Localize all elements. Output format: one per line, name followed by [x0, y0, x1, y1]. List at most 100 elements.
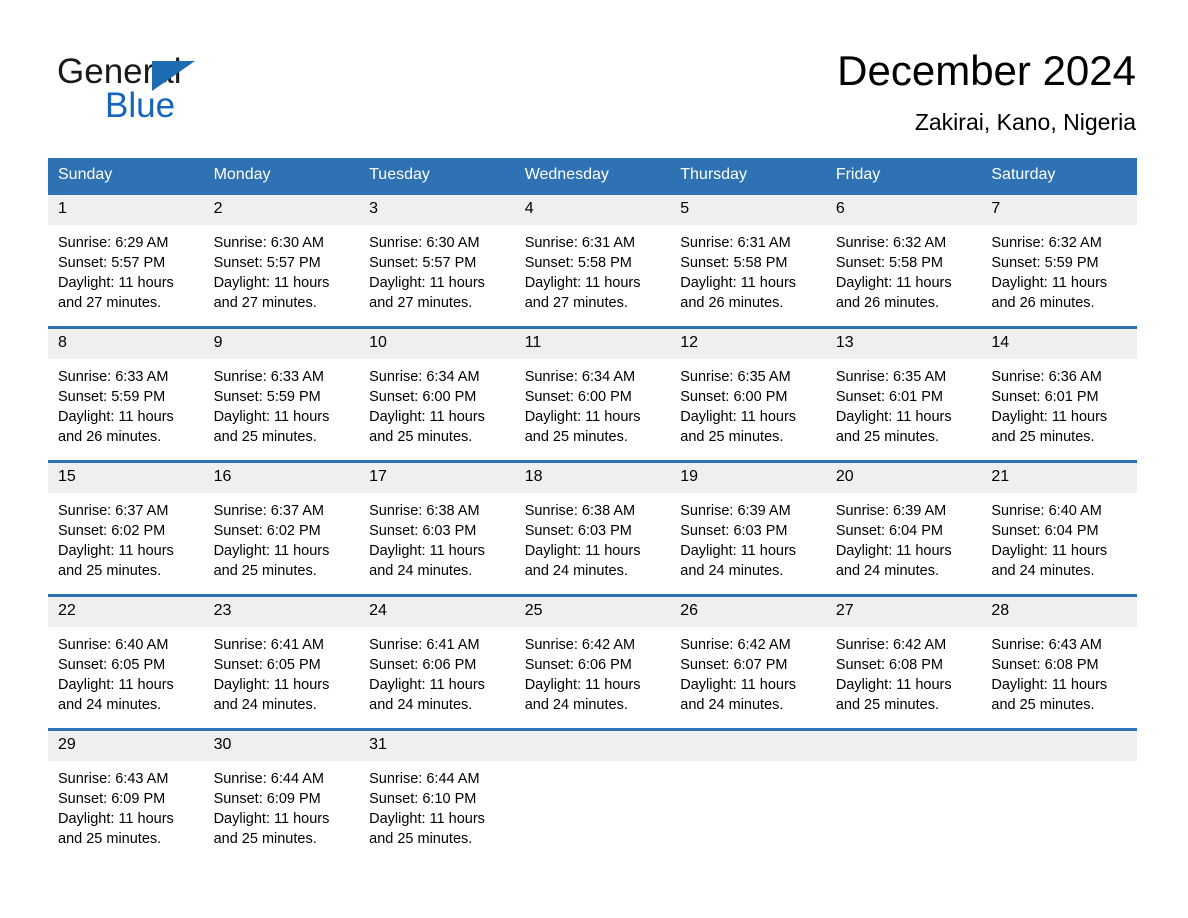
calendar-day-cell[interactable]: 19 Sunrise: 6:39 AM Sunset: 6:03 PM Dayligh… [670, 460, 826, 596]
weekday-header-wednesday: Wednesday [514, 158, 671, 194]
calendar-day-cell[interactable]: 27 Sunrise: 6:42 AM Sunset: 6:08 PM Dayligh… [825, 594, 982, 730]
daylight-duration-line1: Daylight: 11 hours [58, 811, 174, 827]
sunrise-time: Sunrise: 6:29 AM [58, 235, 169, 251]
sunrise-time: Sunrise: 6:44 AM [369, 771, 480, 787]
sunrise-time: Sunrise: 6:31 AM [524, 235, 636, 251]
calendar-day-cell[interactable]: 4 Sunrise: 6:31 AM Sunset: 5:58 PM Daylight… [514, 192, 671, 328]
day-details: Sunrise: 6:32 AM Sunset: 5:58 PM Daylight:… [826, 225, 982, 313]
day-number: 23 [203, 597, 360, 627]
day-number: 17 [359, 463, 515, 493]
sunrise-time: Sunrise: 6:42 AM [524, 637, 636, 653]
sunrise-time: Sunrise: 6:38 AM [369, 503, 480, 519]
daylight-duration-line2: and 24 minutes. [835, 563, 939, 579]
daylight-duration-line2: and 24 minutes. [680, 697, 784, 713]
sunset-time: Sunset: 6:00 PM [680, 389, 788, 405]
weekday-header-friday: Friday [825, 158, 982, 194]
calendar-week-row: 8 Sunrise: 6:33 AM Sunset: 5:59 PM Daylight… [48, 326, 1137, 462]
calendar-day-cell[interactable]: 14 Sunrise: 6:36 AM Sunset: 6:01 PM Dayligh… [981, 326, 1137, 462]
calendar-day-cell[interactable]: 1 Sunrise: 6:29 AM Sunset: 5:57 PM Daylight… [48, 192, 204, 328]
calendar-day-cell[interactable]: 24 Sunrise: 6:41 AM Sunset: 6:06 PM Dayligh… [359, 594, 515, 730]
sunrise-time: Sunrise: 6:34 AM [524, 369, 636, 385]
calendar-day-cell[interactable]: 7 Sunrise: 6:32 AM Sunset: 5:59 PM Daylight… [981, 192, 1137, 328]
day-details: Sunrise: 6:30 AM Sunset: 5:57 PM Daylight:… [359, 225, 515, 313]
daylight-duration-line1: Daylight: 11 hours [58, 677, 174, 693]
calendar-day-cell[interactable]: 5 Sunrise: 6:31 AM Sunset: 5:58 PM Daylight… [670, 192, 826, 328]
calendar-day-cell[interactable]: 15 Sunrise: 6:37 AM Sunset: 6:02 PM Dayligh… [48, 460, 204, 596]
calendar-day-cell[interactable]: 22 Sunrise: 6:40 AM Sunset: 6:05 PM Dayligh… [48, 594, 204, 730]
daylight-duration-line2: and 25 minutes. [58, 831, 162, 847]
day-number: 15 [48, 463, 204, 493]
daylight-duration-line2: and 24 minutes. [369, 563, 473, 579]
sunrise-time: Sunrise: 6:40 AM [58, 637, 169, 653]
daylight-duration-line2: and 25 minutes. [835, 429, 939, 445]
day-number: 25 [514, 597, 671, 627]
day-number: 26 [670, 597, 826, 627]
calendar-cell-empty [670, 728, 826, 862]
weekday-header-tuesday: Tuesday [359, 158, 515, 194]
day-number: 20 [825, 463, 982, 493]
calendar-day-cell[interactable]: 2 Sunrise: 6:30 AM Sunset: 5:57 PM Daylight… [203, 192, 360, 328]
calendar-day-cell[interactable]: 31 Sunrise: 6:44 AM Sunset: 6:10 PM Dayligh… [359, 728, 515, 862]
calendar-week-row: 29 Sunrise: 6:43 AM Sunset: 6:09 PM Dayligh… [48, 728, 1137, 862]
day-number [514, 731, 671, 761]
day-number: 27 [825, 597, 982, 627]
calendar-day-cell[interactable]: 16 Sunrise: 6:37 AM Sunset: 6:02 PM Dayligh… [203, 460, 360, 596]
day-details: Sunrise: 6:31 AM Sunset: 5:58 PM Daylight:… [515, 225, 671, 313]
sunset-time: Sunset: 6:02 PM [58, 523, 166, 539]
sunset-time: Sunset: 6:00 PM [369, 389, 477, 405]
calendar-table: Sunday Monday Tuesday Wednesday Thursday… [48, 158, 1137, 862]
sunrise-time: Sunrise: 6:32 AM [835, 235, 947, 251]
daylight-duration-line2: and 25 minutes. [991, 697, 1095, 713]
day-details: Sunrise: 6:40 AM Sunset: 6:05 PM Daylight:… [48, 627, 204, 715]
calendar-cell-empty [825, 728, 982, 862]
sunset-time: Sunset: 6:00 PM [524, 389, 632, 405]
day-number: 11 [514, 329, 671, 359]
daylight-duration-line1: Daylight: 11 hours [213, 543, 330, 559]
sunrise-time: Sunrise: 6:31 AM [680, 235, 791, 251]
calendar-day-cell[interactable]: 25 Sunrise: 6:42 AM Sunset: 6:06 PM Dayligh… [514, 594, 671, 730]
calendar-week-row: 22 Sunrise: 6:40 AM Sunset: 6:05 PM Dayligh… [48, 594, 1137, 730]
sunrise-time: Sunrise: 6:43 AM [58, 771, 169, 787]
calendar-day-cell[interactable]: 18 Sunrise: 6:38 AM Sunset: 6:03 PM Dayligh… [514, 460, 671, 596]
day-details: Sunrise: 6:37 AM Sunset: 6:02 PM Daylight:… [48, 493, 204, 581]
calendar-day-cell[interactable]: 8 Sunrise: 6:33 AM Sunset: 5:59 PM Daylight… [48, 326, 204, 462]
day-number [670, 731, 826, 761]
daylight-duration-line2: and 27 minutes. [213, 295, 317, 311]
day-details: Sunrise: 6:32 AM Sunset: 5:59 PM Daylight:… [981, 225, 1137, 313]
calendar-day-cell[interactable]: 21 Sunrise: 6:40 AM Sunset: 6:04 PM Dayligh… [981, 460, 1137, 596]
calendar-day-cell[interactable]: 23 Sunrise: 6:41 AM Sunset: 6:05 PM Dayligh… [203, 594, 360, 730]
daylight-duration-line2: and 25 minutes. [369, 429, 473, 445]
calendar-day-cell[interactable]: 29 Sunrise: 6:43 AM Sunset: 6:09 PM Dayligh… [48, 728, 204, 862]
calendar-day-cell[interactable]: 6 Sunrise: 6:32 AM Sunset: 5:58 PM Daylight… [825, 192, 982, 328]
daylight-duration-line2: and 26 minutes. [58, 429, 162, 445]
calendar-day-cell[interactable]: 3 Sunrise: 6:30 AM Sunset: 5:57 PM Daylight… [359, 192, 515, 328]
sunset-time: Sunset: 5:58 PM [524, 255, 632, 271]
day-details: Sunrise: 6:29 AM Sunset: 5:57 PM Daylight:… [48, 225, 204, 313]
calendar-page: General Blue December 2024 Zakirai, Kano… [0, 0, 1188, 918]
sunset-time: Sunset: 6:04 PM [835, 523, 944, 539]
calendar-day-cell[interactable]: 17 Sunrise: 6:38 AM Sunset: 6:03 PM Dayligh… [359, 460, 515, 596]
sunrise-time: Sunrise: 6:37 AM [58, 503, 169, 519]
day-details: Sunrise: 6:30 AM Sunset: 5:57 PM Daylight:… [204, 225, 360, 313]
day-number: 6 [825, 195, 982, 225]
sunrise-time: Sunrise: 6:38 AM [524, 503, 636, 519]
day-number: 7 [981, 195, 1137, 225]
calendar-day-cell[interactable]: 20 Sunrise: 6:39 AM Sunset: 6:04 PM Dayligh… [825, 460, 982, 596]
calendar-day-cell[interactable]: 13 Sunrise: 6:35 AM Sunset: 6:01 PM Dayligh… [825, 326, 982, 462]
calendar-day-cell[interactable]: 28 Sunrise: 6:43 AM Sunset: 6:08 PM Dayligh… [981, 594, 1137, 730]
generalblue-logo[interactable]: General Blue [57, 52, 317, 132]
daylight-duration-line2: and 27 minutes. [369, 295, 473, 311]
day-number: 13 [825, 329, 982, 359]
calendar-day-cell[interactable]: 10 Sunrise: 6:34 AM Sunset: 6:00 PM Dayligh… [359, 326, 515, 462]
daylight-duration-line1: Daylight: 11 hours [524, 275, 641, 291]
day-number: 29 [48, 731, 204, 761]
calendar-day-cell[interactable]: 26 Sunrise: 6:42 AM Sunset: 6:07 PM Dayligh… [670, 594, 826, 730]
calendar-day-cell[interactable]: 11 Sunrise: 6:34 AM Sunset: 6:00 PM Dayligh… [514, 326, 671, 462]
calendar-day-cell[interactable]: 30 Sunrise: 6:44 AM Sunset: 6:09 PM Dayligh… [203, 728, 360, 862]
day-number: 10 [359, 329, 515, 359]
calendar-day-cell[interactable]: 12 Sunrise: 6:35 AM Sunset: 6:00 PM Dayligh… [670, 326, 826, 462]
daylight-duration-line2: and 25 minutes. [680, 429, 784, 445]
calendar-day-cell[interactable]: 9 Sunrise: 6:33 AM Sunset: 5:59 PM Daylight… [203, 326, 360, 462]
daylight-duration-line1: Daylight: 11 hours [369, 677, 485, 693]
daylight-duration-line2: and 25 minutes. [524, 429, 628, 445]
